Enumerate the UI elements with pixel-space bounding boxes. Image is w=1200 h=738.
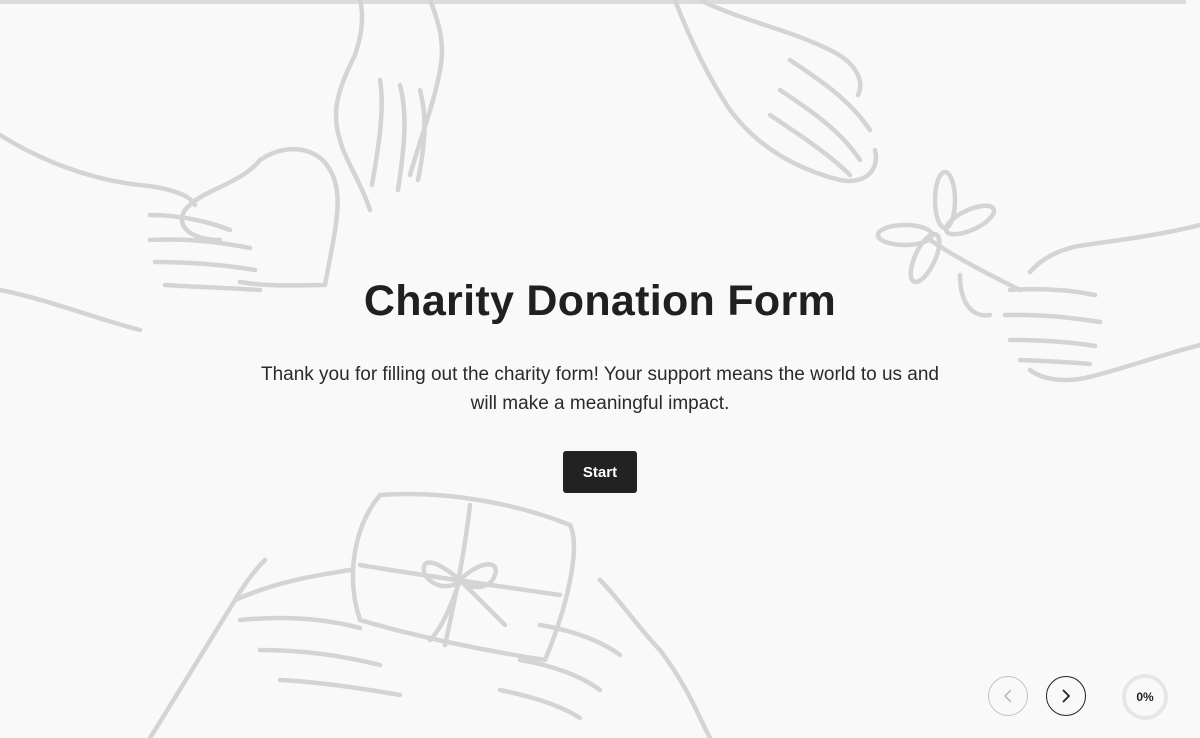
bottom-hands-icon bbox=[147, 557, 713, 738]
open-palm-icon bbox=[672, 0, 879, 184]
progress-indicator: 0% bbox=[1121, 673, 1169, 721]
form-title: Charity Donation Form bbox=[363, 277, 837, 325]
next-button[interactable] bbox=[1046, 676, 1086, 716]
start-button[interactable]: Start bbox=[563, 451, 637, 493]
progress-percent: 0% bbox=[1136, 690, 1154, 704]
reaching-hand-icon bbox=[333, 0, 445, 213]
chevron-right-icon bbox=[1062, 689, 1070, 703]
form-description: Thank you for filling out the charity fo… bbox=[260, 364, 940, 414]
form-page: Charity Donation Form Thank you for fill… bbox=[0, 0, 1200, 738]
previous-button[interactable] bbox=[988, 676, 1028, 716]
chevron-left-icon bbox=[1004, 689, 1012, 703]
gift-box-icon bbox=[350, 491, 577, 663]
